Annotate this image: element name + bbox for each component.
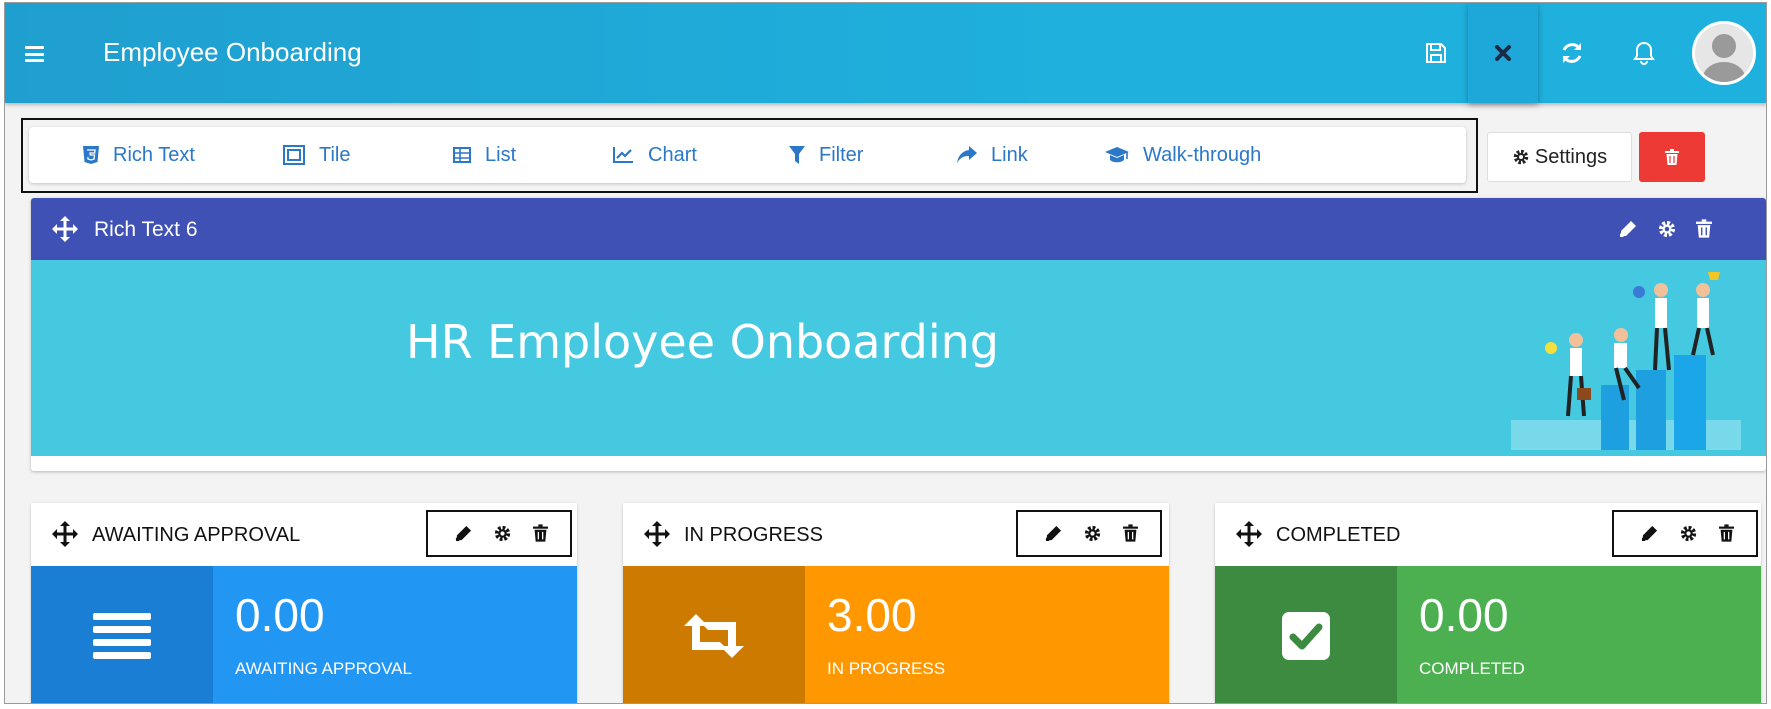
check-square-icon	[1282, 612, 1330, 660]
trash-icon	[1665, 149, 1679, 165]
settings-label: Settings	[1534, 145, 1608, 168]
delete-dashboard-button[interactable]	[1639, 132, 1705, 182]
save-button[interactable]	[1401, 3, 1471, 103]
card-title: AWAITING APPROVAL	[92, 524, 301, 546]
list-icon	[93, 613, 151, 659]
move-icon[interactable]	[643, 520, 671, 548]
move-icon[interactable]	[51, 520, 79, 548]
toolbar-item-label: Rich Text	[113, 143, 195, 166]
widget-header: Rich Text 6	[31, 198, 1766, 260]
toolbar-item-label: Walk-through	[1143, 143, 1262, 166]
tile-icon	[283, 145, 305, 165]
move-icon[interactable]	[51, 215, 79, 243]
filter-icon	[789, 146, 805, 164]
card-icon-box	[31, 566, 213, 703]
toolbar-item-label: List	[485, 143, 517, 166]
card-value: 0.00	[1419, 589, 1509, 641]
banner-heading: HR Employee Onboarding	[406, 315, 999, 369]
card-header: AWAITING APPROVAL	[31, 503, 577, 566]
add-filter-button[interactable]: Filter	[789, 127, 863, 183]
app-header: Employee Onboarding	[5, 3, 1766, 103]
graduation-cap-icon	[1105, 147, 1129, 163]
edit-icon[interactable]	[1045, 525, 1062, 542]
add-rich-text-button[interactable]: Rich Text	[83, 127, 195, 183]
settings-button[interactable]: Settings	[1487, 132, 1632, 182]
bell-icon	[1633, 41, 1655, 65]
add-list-button[interactable]: List	[453, 127, 516, 183]
gear-icon[interactable]	[1679, 524, 1698, 543]
close-button[interactable]	[1468, 3, 1538, 103]
team-success-illustration	[1511, 272, 1741, 450]
toolbar-item-label: Filter	[819, 143, 864, 166]
card-icon-box	[1215, 566, 1397, 703]
banner-image: HR Employee Onboarding	[31, 260, 1766, 456]
card-actions	[426, 510, 572, 557]
card-body: 3.00 IN PROGRESS	[623, 566, 1169, 703]
notifications-button[interactable]	[1609, 3, 1679, 103]
toolbar-item-label: Chart	[648, 143, 697, 166]
widget-toolbar: Rich Text Tile List Chart Filter Link Wa…	[29, 127, 1466, 183]
edit-icon[interactable]	[1619, 220, 1637, 238]
share-link-icon	[957, 146, 977, 163]
card-value: 3.00	[827, 589, 917, 641]
card-title: IN PROGRESS	[684, 524, 823, 546]
refresh-button[interactable]	[1537, 3, 1607, 103]
gear-icon[interactable]	[1083, 524, 1102, 543]
retweet-icon	[684, 614, 744, 658]
user-avatar[interactable]	[1692, 21, 1756, 85]
card-label: COMPLETED	[1419, 659, 1525, 678]
card-body: 0.00 COMPLETED	[1215, 566, 1761, 703]
add-walkthrough-button[interactable]: Walk-through	[1105, 127, 1261, 183]
user-icon	[1695, 24, 1753, 82]
card-body: 0.00 AWAITING APPROVAL	[31, 566, 577, 703]
refresh-icon	[1562, 43, 1582, 63]
app-title: Employee Onboarding	[103, 37, 362, 67]
close-icon	[1495, 45, 1511, 61]
stat-card-completed: COMPLETED 0.00 COMPLETED	[1215, 503, 1761, 703]
card-actions	[1016, 510, 1162, 557]
card-label: AWAITING APPROVAL	[235, 659, 412, 678]
widget-title: Rich Text 6	[94, 218, 198, 241]
gear-icon[interactable]	[493, 524, 512, 543]
stat-card-in-progress: IN PROGRESS 3.00 IN PROGRESS	[623, 503, 1169, 703]
card-icon-box	[623, 566, 805, 703]
add-tile-button[interactable]: Tile	[283, 127, 350, 183]
rich-text-widget: Rich Text 6 HR Employee Onboarding	[31, 198, 1766, 471]
trash-icon[interactable]	[1719, 524, 1734, 542]
line-chart-icon	[613, 147, 633, 163]
card-title: COMPLETED	[1276, 524, 1401, 546]
toolbar-item-label: Tile	[319, 143, 351, 166]
menu-icon[interactable]	[25, 46, 44, 62]
move-icon[interactable]	[1235, 520, 1263, 548]
trash-icon[interactable]	[533, 524, 548, 542]
save-icon	[1426, 43, 1446, 63]
card-header: IN PROGRESS	[623, 503, 1169, 566]
add-chart-button[interactable]: Chart	[612, 127, 697, 183]
card-label: IN PROGRESS	[827, 659, 946, 678]
card-value: 0.00	[235, 589, 325, 641]
edit-icon[interactable]	[455, 525, 472, 542]
table-list-icon	[453, 147, 471, 163]
card-header: COMPLETED	[1215, 503, 1761, 566]
stat-card-awaiting-approval: AWAITING APPROVAL 0.00 AWAITING APPROVAL	[31, 503, 577, 703]
app-frame: Employee Onboarding Rich Text Tile List …	[4, 2, 1767, 704]
add-link-button[interactable]: Link	[957, 127, 1028, 183]
toolbar-item-label: Link	[991, 143, 1028, 166]
card-actions	[1612, 510, 1758, 557]
edit-icon[interactable]	[1641, 525, 1658, 542]
html5-icon	[83, 146, 99, 164]
trash-icon[interactable]	[1696, 219, 1712, 238]
trash-icon[interactable]	[1123, 524, 1138, 542]
gear-icon	[1513, 149, 1529, 165]
gear-icon[interactable]	[1657, 219, 1677, 239]
